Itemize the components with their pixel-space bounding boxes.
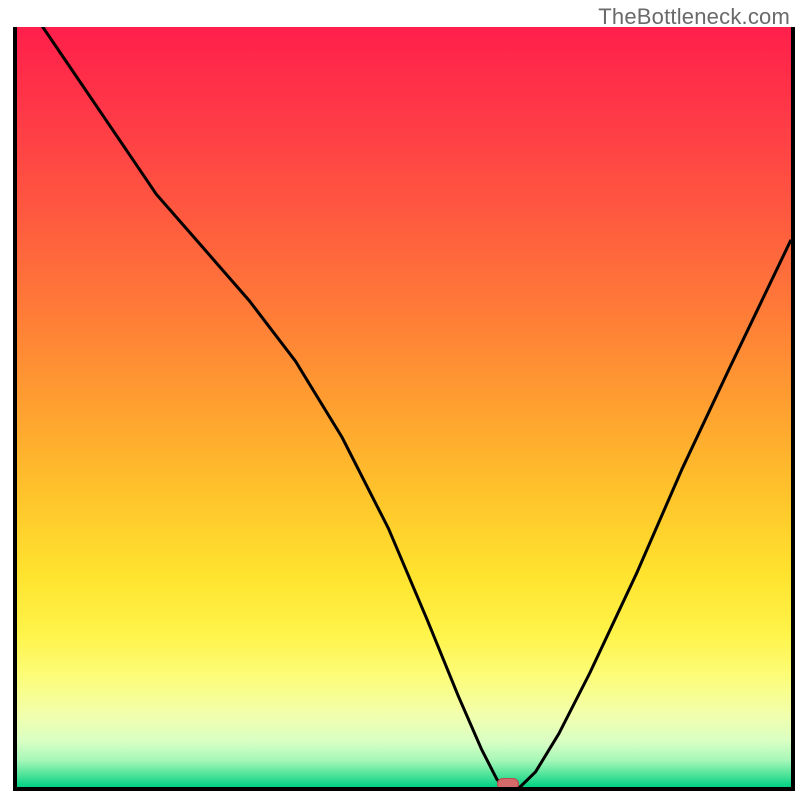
plot-border (13, 27, 795, 791)
chart-frame: TheBottleneck.com (0, 0, 800, 800)
